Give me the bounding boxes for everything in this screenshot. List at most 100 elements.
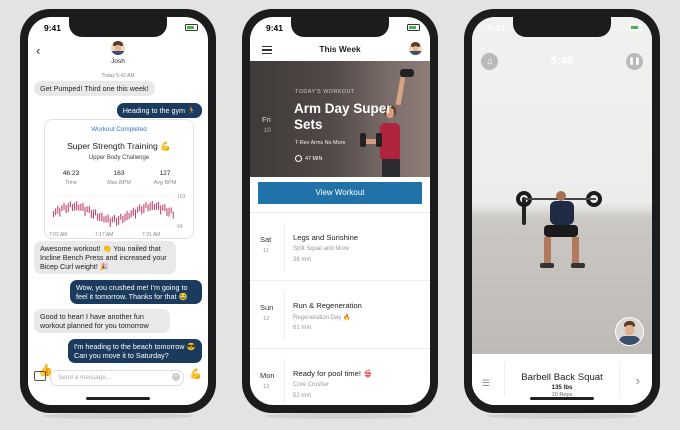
row-title: Run & Regeneration [293, 301, 362, 310]
camera-icon[interactable] [34, 371, 46, 381]
heart-rate-bar [143, 204, 145, 214]
heart-rate-bar [153, 204, 155, 211]
heart-rate-bar [160, 205, 162, 215]
heart-rate-bar [151, 201, 153, 211]
message-bubble: Wow, you crushed me! I'm going to feel i… [70, 280, 202, 304]
row-divider [284, 359, 285, 405]
back-chevron-icon[interactable]: ‹ [36, 43, 40, 58]
row-duration: 52 min [293, 393, 312, 399]
clock-icon [295, 155, 302, 162]
heart-rate-bar [162, 204, 164, 211]
row-title: Legs and Sunshine [293, 233, 359, 242]
y-tick-min: 94 [177, 224, 183, 230]
heart-rate-bar [137, 206, 139, 213]
heart-rate-bar [141, 206, 143, 215]
heart-rate-bar [82, 202, 84, 211]
heart-rate-bar [55, 208, 57, 216]
hero-subtitle: T-Rex Arms No More [295, 140, 346, 146]
heart-rate-bar [71, 204, 73, 212]
today-workout-hero[interactable]: Fri 10 TODAY'S WORKOUT Arm Day Super Set… [250, 61, 430, 177]
y-tick-max: 163 [177, 194, 186, 200]
message-input[interactable]: Send a message... [50, 370, 184, 386]
heart-rate-bar [63, 202, 65, 210]
heart-rate-bars [53, 201, 174, 227]
workout-row[interactable]: Sun 12 Run & Regeneration Regeneration D… [250, 280, 430, 349]
chat-screen: 9:41 ‹ Josh Today 5:42 AM Get Pumped! Th… [28, 17, 208, 405]
heart-rate-bar [170, 207, 172, 214]
x-tick: 7:31 AM [142, 232, 160, 238]
view-workout-button[interactable]: View Workout [258, 182, 422, 204]
card-label: Workout Completed [91, 126, 147, 133]
heart-rate-bar [122, 215, 124, 223]
heart-rate-bar [90, 210, 92, 219]
heart-rate-bar [76, 201, 78, 211]
heart-rate-bar [86, 206, 88, 213]
heart-rate-bar [97, 213, 99, 221]
row-subtitle: Split Squat and More [293, 246, 350, 252]
status-bar: 9:41 [472, 22, 652, 36]
exercise-weight: 135 lbs [551, 384, 573, 391]
row-duration: 61 min [293, 325, 312, 331]
heart-rate-bar [95, 209, 97, 216]
heart-rate-bar [139, 204, 141, 212]
row-title: Ready for pool time! 👙 [293, 369, 373, 378]
heart-rate-bar [69, 201, 71, 208]
row-day: Mon [260, 371, 275, 380]
flex-emoji-button[interactable]: 💪 [190, 369, 202, 380]
contact-name: Josh [111, 58, 125, 65]
row-day: Sun [260, 303, 274, 312]
row-date: 13 [263, 384, 270, 390]
session-video [472, 17, 652, 354]
status-time: 9:41 [44, 23, 62, 33]
stat-time: 46:23 Time [62, 170, 80, 186]
row-day: Sat [260, 235, 272, 244]
heart-rate-bar [84, 206, 86, 216]
coach-avatar[interactable] [615, 317, 644, 346]
status-time: 9:41 [266, 23, 284, 33]
message-bubble: I'm heading to the beach tomorrow 😎 Can … [68, 339, 202, 363]
workout-summary-card[interactable]: Workout Completed Super Strength Trainin… [44, 119, 194, 239]
row-duration: 38 min [293, 257, 312, 263]
row-subtitle: Core Crusher [293, 382, 330, 388]
heart-rate-bar [120, 213, 122, 220]
heart-rate-bar [80, 203, 82, 211]
profile-avatar[interactable] [409, 42, 422, 55]
row-subtitle: Regeneration Day 🔥 [293, 315, 351, 321]
contact-avatar[interactable] [111, 41, 125, 55]
exercise-name: Barbell Back Squat [521, 372, 603, 383]
workout-row[interactable]: Sat 11 Legs and Sunshine Split Squat and… [250, 212, 430, 281]
chevron-right-icon[interactable]: › [636, 373, 640, 388]
heart-rate-bar [130, 210, 132, 218]
heart-rate-bar [116, 217, 118, 226]
card-title: Super Strength Training 💪 [67, 141, 171, 151]
heart-rate-bar [67, 203, 69, 213]
add-icon[interactable]: + [172, 373, 180, 381]
status-time: 9:41 [488, 23, 506, 33]
session-timer: 5:48 [550, 55, 574, 67]
hero-tag: TODAY'S WORKOUT [295, 89, 355, 95]
heart-rate-bar [92, 209, 94, 219]
pause-icon[interactable]: ❚❚ [626, 53, 643, 70]
heart-rate-bar [164, 204, 166, 212]
hero-duration: 47 MIN [305, 156, 323, 162]
workout-row[interactable]: Mon 13 Ready for pool time! 👙 Core Crush… [250, 348, 430, 405]
phone-plan: 9:41 This Week Fri 10 TODAY'S WORKOUT Ar… [242, 9, 438, 413]
row-divider [284, 223, 285, 271]
heart-rate-bar [166, 208, 168, 217]
status-bar: 9:41 [250, 22, 430, 36]
heart-rate-bar [111, 216, 113, 223]
x-tick: 7:02 AM [49, 232, 67, 238]
battery-icon [407, 24, 420, 31]
heart-rate-bar [99, 213, 101, 222]
heart-rate-bar [53, 211, 55, 217]
panel-divider [619, 362, 620, 397]
heart-rate-bar [113, 214, 115, 222]
message-bubble: Heading to the gym 🏃 [116, 103, 202, 118]
phone-chat: 9:41 ‹ Josh Today 5:42 AM Get Pumped! Th… [20, 9, 216, 413]
heart-rate-chart: 163 94 7:02 AM 7:17 AM 7:31 AM [49, 194, 186, 238]
heart-rate-bar [109, 217, 111, 227]
plan-screen: 9:41 This Week Fri 10 TODAY'S WORKOUT Ar… [250, 17, 430, 405]
x-tick: 7:17 AM [95, 232, 113, 238]
message-bubble: Good to hear! I have another fun workout… [34, 309, 170, 333]
battery-icon [629, 24, 642, 31]
